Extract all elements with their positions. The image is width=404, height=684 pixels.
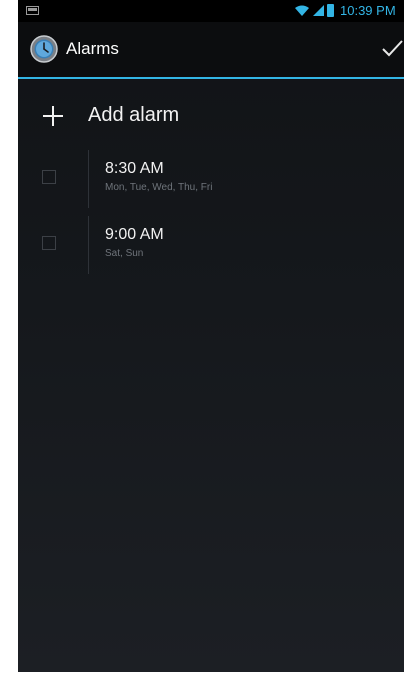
alarm-list-item[interactable]: 8:30 AM Mon, Tue, Wed, Thu, Fri xyxy=(18,148,404,212)
status-bar: 10:39 PM xyxy=(18,0,404,22)
battery-icon xyxy=(327,4,334,17)
action-bar: Alarms xyxy=(18,22,404,77)
alarm-time: 9:00 AM xyxy=(105,226,164,243)
add-alarm-label: Add alarm xyxy=(88,104,180,126)
plus-icon xyxy=(43,106,63,126)
signal-icon xyxy=(313,5,324,16)
status-time: 10:39 PM xyxy=(340,3,396,18)
clock-icon[interactable] xyxy=(30,35,58,63)
page-title: Alarms xyxy=(66,39,119,58)
alarm-list-item[interactable]: 9:00 AM Sat, Sun xyxy=(18,214,404,278)
alarm-time: 8:30 AM xyxy=(105,160,164,177)
notification-icon xyxy=(26,6,39,15)
action-bar-divider xyxy=(18,77,404,79)
add-alarm-button[interactable]: Add alarm xyxy=(18,88,404,142)
alarm-enable-checkbox[interactable] xyxy=(42,170,56,184)
alarm-screen: 10:39 PM Alarms Add alarm 8:30 AM Mon, T… xyxy=(18,0,404,672)
alarm-repeat-days: Mon, Tue, Wed, Thu, Fri xyxy=(105,182,213,193)
checkmark-icon[interactable] xyxy=(380,36,404,60)
alarm-divider xyxy=(88,150,89,208)
alarm-repeat-days: Sat, Sun xyxy=(105,248,144,259)
alarm-enable-checkbox[interactable] xyxy=(42,236,56,250)
alarm-divider xyxy=(88,216,89,274)
wifi-icon xyxy=(295,5,309,16)
